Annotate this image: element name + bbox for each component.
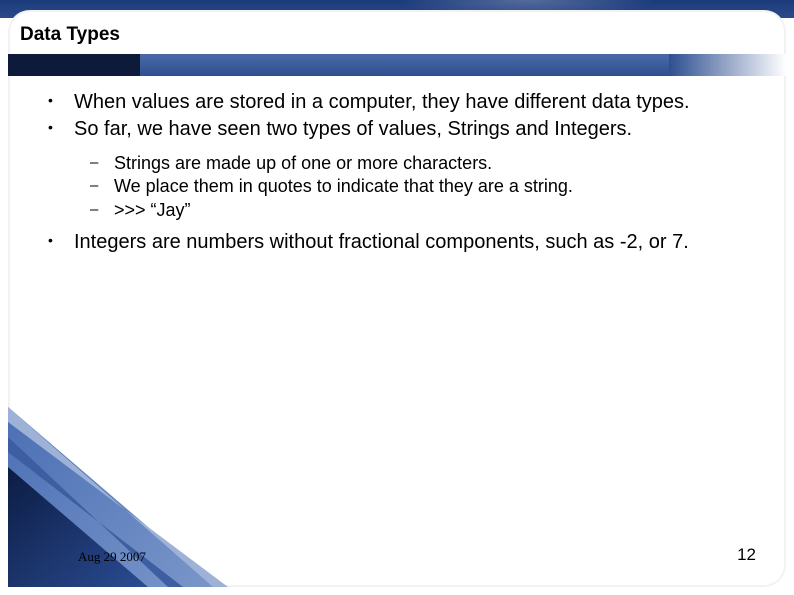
- sub-bullet-list: Strings are made up of one or more chara…: [34, 152, 760, 222]
- bullet-2: So far, we have seen two types of values…: [34, 117, 760, 142]
- title-underline-bar: [8, 54, 786, 76]
- slide-title: Data Types: [8, 24, 786, 54]
- bullet-list: When values are stored in a computer, th…: [34, 90, 760, 142]
- bar-segment-light: [140, 54, 669, 76]
- sub-bullet-2: We place them in quotes to indicate that…: [34, 175, 760, 198]
- footer-date: Aug 29 2007: [78, 549, 146, 565]
- slide-content: When values are stored in a computer, th…: [8, 90, 786, 255]
- sub-bullet-1: Strings are made up of one or more chara…: [34, 152, 760, 175]
- sub-bullet-3: >>> “Jay”: [34, 199, 760, 222]
- slide-card: Data Types When values are stored in a c…: [8, 10, 786, 587]
- bar-segment-fade: [669, 54, 786, 76]
- bullet-list-2: Integers are numbers without fractional …: [34, 230, 760, 255]
- bullet-3: Integers are numbers without fractional …: [34, 230, 760, 255]
- bullet-1: When values are stored in a computer, th…: [34, 90, 760, 115]
- footer-page-number: 12: [737, 545, 756, 565]
- footer: Aug 29 2007 12: [8, 545, 786, 565]
